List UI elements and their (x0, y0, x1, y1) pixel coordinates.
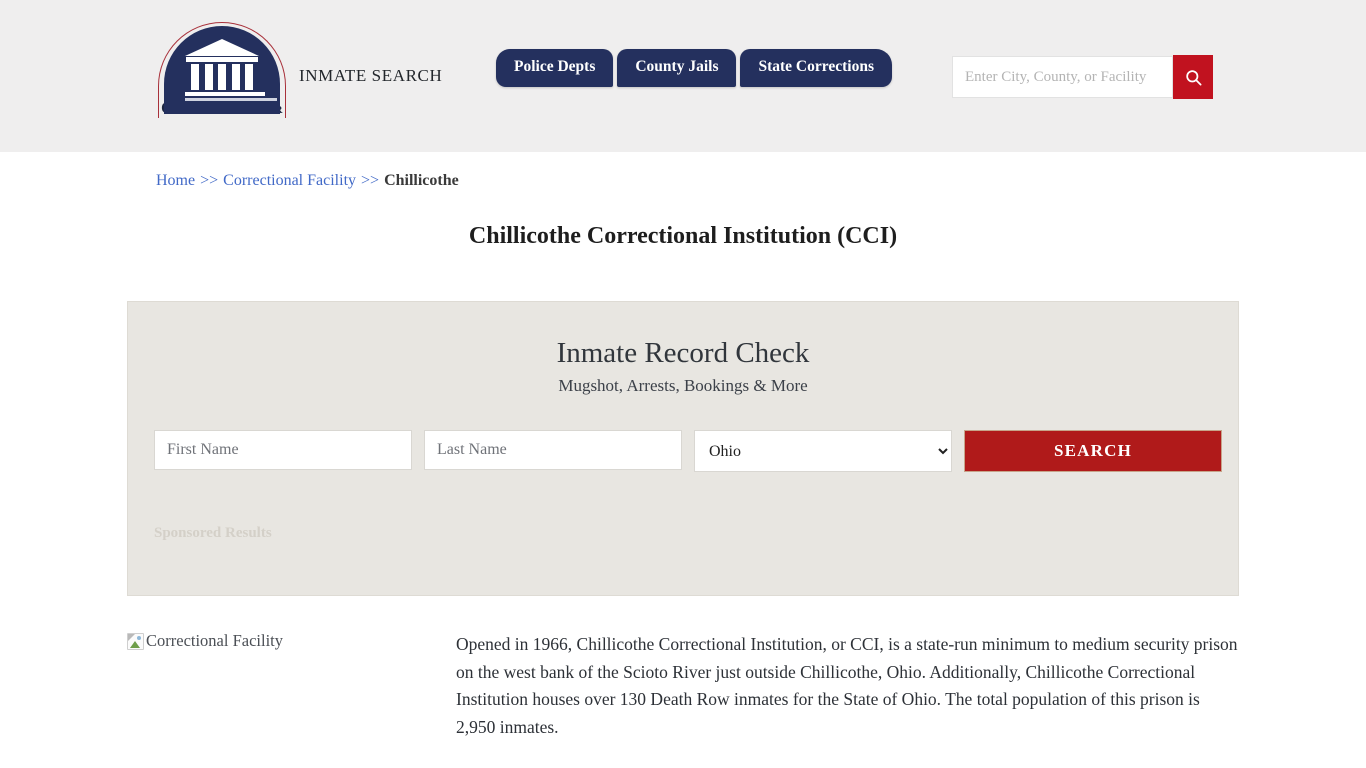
breadcrumb: Home >> Correctional Facility >> Chillicothe (123, 152, 1243, 190)
breadcrumb-separator: >> (200, 172, 219, 189)
record-check-subtitle: Mugshot, Arrests, Bookings & More (558, 376, 808, 396)
state-select[interactable]: Ohio (694, 430, 952, 473)
facility-image-alt-text: Correctional Facility (146, 631, 284, 650)
nav-tab-state-corrections[interactable]: State Corrections (740, 49, 892, 87)
site-header: Ohio Jail Roster INMATE SEARCH Police De… (0, 0, 1366, 152)
facility-article: Correctional Facility Opened in 1966, Ch… (123, 631, 1243, 768)
sponsored-results-label: Sponsored Results (154, 525, 272, 542)
first-name-input[interactable] (154, 430, 412, 471)
facility-capacity: Capacity 2,950 (456, 764, 1239, 768)
nav-tab-police-depts[interactable]: Police Depts (496, 49, 614, 87)
page-title: Chillicothe Correctional Institution (CC… (468, 223, 898, 249)
breadcrumb-separator: >> (361, 172, 380, 189)
nav-tab-county-jails[interactable]: County Jails (617, 49, 737, 87)
facility-image-column: Correctional Facility (127, 631, 452, 768)
page-content: Home >> Correctional Facility >> Chillicothe… (123, 152, 1243, 768)
header-search (952, 55, 1213, 99)
broken-image-placeholder: Correctional Facility (127, 631, 283, 651)
breadcrumb-item-home[interactable]: Home (156, 172, 195, 189)
record-check-title: Inmate Record Check (556, 337, 810, 369)
courthouse-dome-icon (158, 22, 286, 118)
facility-description: Opened in 1966, Chillicothe Correctional… (456, 634, 1238, 737)
header-search-input[interactable] (952, 56, 1173, 98)
record-check-search-button[interactable]: SEARCH (964, 430, 1222, 473)
last-name-input[interactable] (424, 430, 682, 471)
site-tagline: INMATE SEARCH (299, 66, 443, 85)
breadcrumb-item-correctional-facility[interactable]: Correctional Facility (223, 172, 356, 189)
site-logo[interactable]: Ohio Jail Roster (156, 22, 288, 118)
breadcrumb-item-current: Chillicothe (384, 172, 459, 189)
main-nav: Police Depts County Jails State Correcti… (496, 49, 896, 87)
facility-text-column: Opened in 1966, Chillicothe Correctional… (452, 631, 1239, 768)
search-icon (1185, 69, 1201, 85)
record-check-form: Ohio SEARCH (154, 430, 1222, 473)
header-search-button[interactable] (1173, 55, 1213, 99)
broken-image-icon (127, 633, 144, 650)
inmate-record-check-panel: Inmate Record Check Mugshot, Arrests, Bo… (127, 301, 1239, 596)
